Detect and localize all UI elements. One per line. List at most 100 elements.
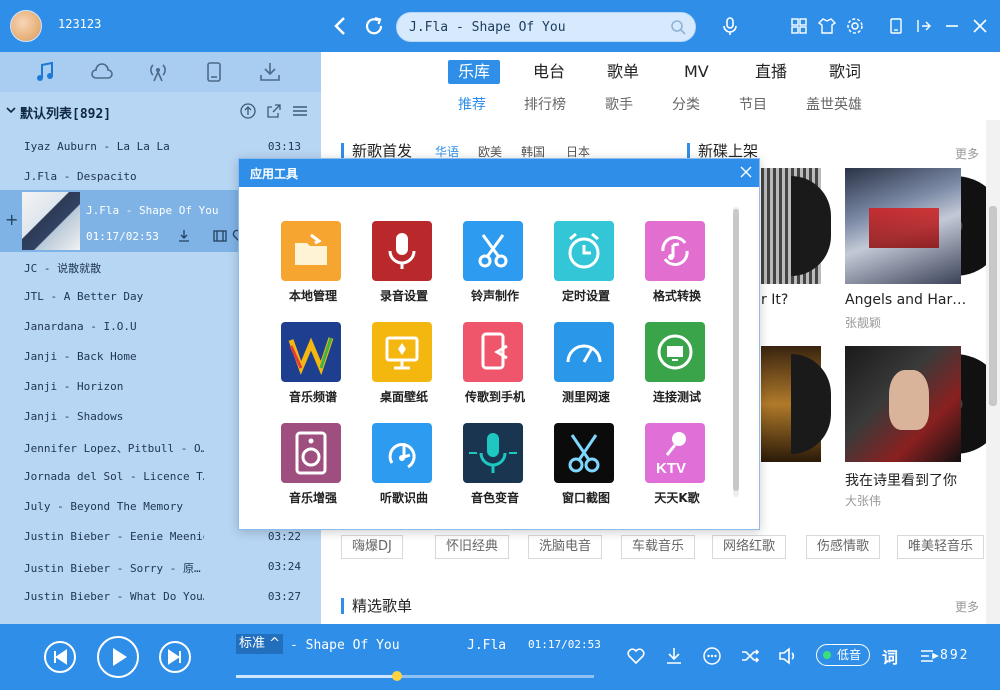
tab-live[interactable]: 直播 (755, 60, 787, 84)
tool-timer-settings[interactable]: 定时设置 (552, 221, 622, 311)
volume-icon[interactable] (777, 645, 799, 667)
tool-local-manage[interactable]: 本地管理 (279, 221, 349, 311)
play-button[interactable] (97, 636, 139, 678)
tag-button[interactable]: 嗨爆DJ (341, 535, 403, 559)
tool-voice-changer[interactable]: 音色变音 (461, 423, 531, 513)
album-title[interactable]: Angels and Har… (845, 292, 966, 308)
download-icon[interactable] (176, 228, 192, 244)
search-icon[interactable] (669, 18, 687, 36)
low-quality-toggle[interactable]: 低音 (816, 644, 871, 666)
playlist-title[interactable]: 默认列表[892] (20, 103, 111, 122)
tab-lyrics[interactable]: 歌词 (829, 60, 861, 84)
album-artist[interactable]: 张靓颖 (845, 314, 881, 331)
tag-button[interactable]: 怀旧经典 (435, 535, 510, 559)
mv-film-icon[interactable] (212, 228, 228, 244)
progress-bar[interactable] (236, 671, 594, 681)
subtab-recommend[interactable]: 推荐 (458, 94, 486, 114)
subtab-artists[interactable]: 歌手 (605, 94, 633, 114)
heart-icon[interactable] (625, 645, 647, 667)
device-icon[interactable] (200, 58, 228, 86)
album-artist[interactable]: 大张伟 (845, 492, 881, 509)
tool-window-screenshot[interactable]: 窗口截图 (552, 423, 622, 513)
player-artist[interactable]: J.Fla (467, 638, 506, 653)
tag-button[interactable]: 车载音乐 (621, 535, 696, 559)
avatar[interactable] (10, 10, 42, 42)
list-item[interactable]: Justin Bieber - What Do You… 03:27 (0, 582, 321, 612)
refresh-button[interactable] (361, 13, 387, 39)
dialog-scrollbar[interactable] (733, 207, 739, 497)
album-card[interactable]: Angels and Har… 张靓颖 (845, 168, 1000, 338)
gear-icon[interactable] (845, 16, 865, 36)
tab-mv[interactable]: MV (684, 60, 709, 84)
username[interactable]: 123123 (58, 17, 101, 31)
search-input[interactable]: J.Fla - Shape Of You (409, 20, 566, 35)
back-button[interactable] (328, 13, 354, 39)
tag-button[interactable]: 伤感情歌 (806, 535, 881, 559)
tool-recording-settings[interactable]: 录音设置 (370, 221, 440, 311)
scrollbar-thumb[interactable] (733, 209, 739, 491)
tool-ringtone-maker[interactable]: 铃声制作 (461, 221, 531, 311)
tag-button[interactable]: 洗脑电音 (528, 535, 603, 559)
tool-transfer-to-phone[interactable]: 传歌到手机 (461, 322, 531, 412)
album-title[interactable]: 我在诗里看到了你 (845, 470, 957, 490)
chevron-down-icon[interactable] (6, 105, 16, 115)
radio-broadcast-icon[interactable] (144, 58, 172, 86)
album-title[interactable]: r It? (761, 292, 788, 308)
song-title: Justin Bieber - Eenie Meenie (24, 530, 204, 543)
progress-handle[interactable] (392, 671, 403, 681)
download-tray-icon[interactable] (256, 58, 284, 86)
close-icon[interactable] (970, 16, 990, 36)
voice-search-icon[interactable] (720, 16, 740, 36)
tool-music-enhance[interactable]: 音乐增强 (279, 423, 349, 513)
playlist-header[interactable]: 默认列表[892] (0, 96, 321, 126)
dock-side-icon[interactable] (914, 16, 934, 36)
tool-ktv[interactable]: KTV 天天K歌 (643, 423, 713, 513)
skin-shirt-icon[interactable] (817, 16, 837, 36)
tool-speed-test[interactable]: 测里网速 (552, 322, 622, 412)
locate-up-icon[interactable] (239, 102, 257, 120)
menu-icon[interactable] (291, 102, 309, 120)
lyrics-button[interactable]: 词 (882, 644, 898, 668)
apps-grid-icon[interactable] (789, 16, 809, 36)
music-note-icon[interactable] (32, 58, 60, 86)
add-icon[interactable]: + (5, 210, 18, 229)
tool-label: 本地管理 (288, 289, 337, 303)
subtab-charts[interactable]: 排行榜 (524, 94, 566, 114)
tool-music-spectrum[interactable]: 音乐频谱 (279, 322, 349, 412)
subtab-categories[interactable]: 分类 (672, 94, 700, 114)
subtab-programs[interactable]: 节目 (739, 94, 767, 114)
minimize-icon[interactable] (942, 16, 962, 36)
close-icon[interactable] (739, 165, 753, 179)
tag-button[interactable]: 唯美轻音乐 (897, 535, 985, 559)
new-albums-more-link[interactable]: 更多 (955, 145, 979, 162)
album-card[interactable]: 我在诗里看到了你 大张伟 (845, 346, 1000, 516)
cloud-icon[interactable] (88, 58, 116, 86)
tag-button[interactable]: 网络红歌 (712, 535, 787, 559)
vinyl-disc (791, 176, 831, 276)
previous-button[interactable] (44, 641, 76, 673)
main-scrollbar[interactable] (986, 120, 1000, 624)
scrollbar-thumb[interactable] (989, 206, 997, 406)
tab-radio[interactable]: 电台 (533, 60, 565, 84)
quality-selector[interactable]: 标准 ^ (236, 634, 284, 654)
list-item[interactable]: Justin Bieber - Sorry - 原… 03:24 (0, 552, 321, 582)
subtab-heroes[interactable]: 盖世英雄 (806, 94, 862, 114)
new-albums-title: 新碟上架 (687, 143, 758, 159)
more-icon[interactable] (701, 645, 723, 667)
player-song-title: - Shape Of You (290, 638, 400, 653)
tab-playlists[interactable]: 歌单 (607, 60, 639, 84)
playlist-queue-icon[interactable] (918, 645, 940, 667)
tool-format-convert[interactable]: 格式转换 (643, 221, 713, 311)
featured-playlists-more-link[interactable]: 更多 (955, 598, 979, 615)
tool-connection-test[interactable]: 连接测试 (643, 322, 713, 412)
next-button[interactable] (159, 641, 191, 673)
tool-song-recognition[interactable]: 听歌识曲 (370, 423, 440, 513)
share-out-icon[interactable] (265, 102, 283, 120)
search-box[interactable]: J.Fla - Shape Of You (396, 12, 696, 42)
tool-desktop-wallpaper[interactable]: 桌面壁纸 (370, 322, 440, 412)
tab-library[interactable]: 乐库 (448, 60, 501, 84)
song-title: Jennifer Lopez、Pitbull - O… (24, 442, 204, 455)
download-icon[interactable] (663, 645, 685, 667)
shuffle-icon[interactable] (739, 645, 761, 667)
mini-mode-icon[interactable] (886, 16, 906, 36)
